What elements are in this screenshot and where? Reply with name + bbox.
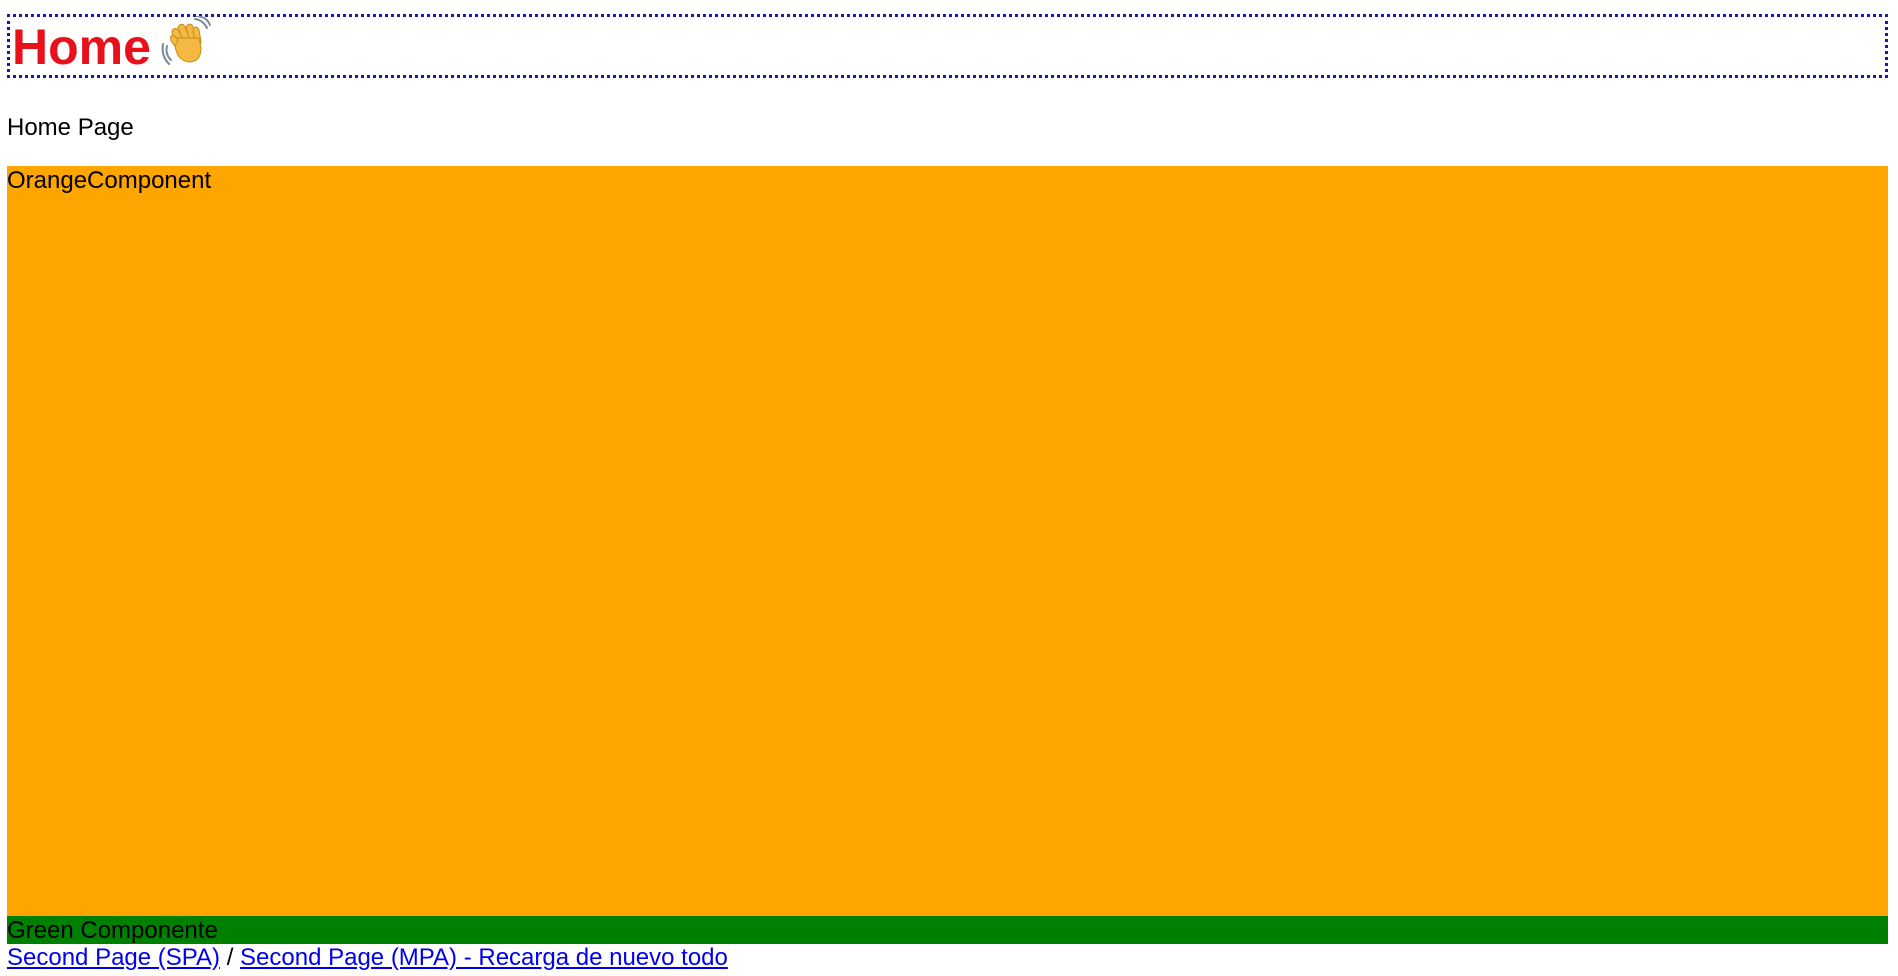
page: Home Home Page OrangeComponent Green Com… xyxy=(0,0,1898,976)
header-container: Home xyxy=(7,14,1888,78)
second-page-mpa-link[interactable]: Second Page (MPA) - Recarga de nuevo tod… xyxy=(240,944,728,971)
orange-component: OrangeComponent xyxy=(7,166,1888,916)
nav-links: Second Page (SPA) / Second Page (MPA) - … xyxy=(7,944,728,972)
green-component: Green Componente xyxy=(7,916,1888,944)
page-title: Home xyxy=(12,15,211,81)
link-separator: / xyxy=(226,944,234,971)
second-page-spa-link[interactable]: Second Page (SPA) xyxy=(7,944,220,971)
page-title-text: Home xyxy=(12,19,151,75)
waving-hand-icon xyxy=(161,15,211,77)
page-subtitle: Home Page xyxy=(7,114,134,141)
green-component-label: Green Componente xyxy=(7,917,218,944)
orange-component-label: OrangeComponent xyxy=(7,167,212,194)
